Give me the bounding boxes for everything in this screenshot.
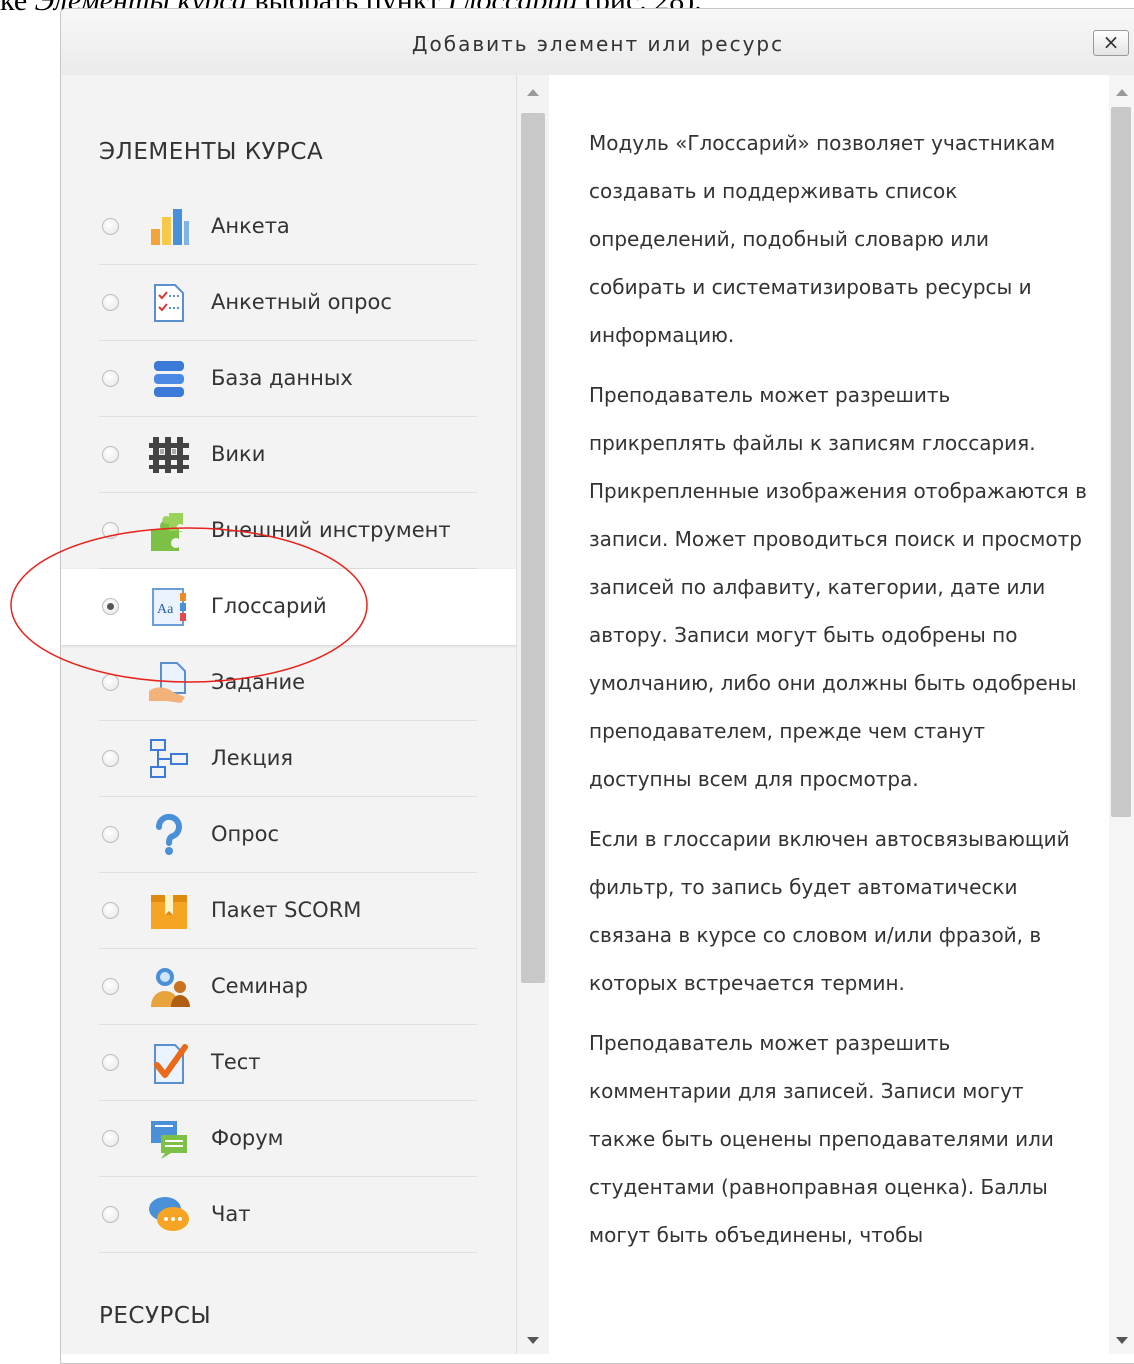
- assignment-icon: [147, 661, 191, 705]
- module-option[interactable]: Пакет SCORM: [61, 873, 516, 949]
- module-radio-button[interactable]: [102, 978, 119, 995]
- module-radio-button[interactable]: [102, 750, 119, 767]
- module-option-label: Внешний инструмент: [211, 518, 451, 542]
- module-option-label: Задание: [211, 670, 306, 694]
- module-radio-button[interactable]: [102, 370, 119, 387]
- chat-icon: [147, 1193, 191, 1237]
- module-radio-button[interactable]: [102, 674, 119, 691]
- module-radio-button[interactable]: [102, 294, 119, 311]
- module-radio-button[interactable]: [102, 218, 119, 235]
- section-heading-resources: РЕСУРСЫ: [99, 1303, 212, 1329]
- questionnaire-icon: [147, 281, 191, 325]
- scroll-up-arrow-icon[interactable]: [527, 89, 539, 96]
- module-radio-button[interactable]: [102, 446, 119, 463]
- module-option[interactable]: Aa Глоссарий: [61, 569, 516, 645]
- description-paragraph: Модуль «Глоссарий» позволяет участникам …: [589, 131, 1056, 347]
- module-option[interactable]: Лекция: [61, 721, 516, 797]
- survey-chart-icon: [147, 205, 191, 249]
- module-description: Модуль «Глоссарий» позволяет участникам …: [589, 119, 1089, 1271]
- module-option[interactable]: Семинар: [61, 949, 516, 1025]
- description-paragraph: Преподаватель может разрешить прикреплят…: [589, 383, 1087, 791]
- module-radio-button[interactable]: [102, 1130, 119, 1147]
- module-option-label: База данных: [211, 366, 353, 390]
- module-option-label: Чат: [211, 1202, 251, 1226]
- module-option[interactable]: Задание: [61, 645, 516, 721]
- module-option[interactable]: Опрос: [61, 797, 516, 873]
- scorm-package-icon: [147, 889, 191, 933]
- quiz-check-icon: [147, 1041, 191, 1085]
- glossary-icon: Aa: [147, 585, 191, 629]
- module-option-label: Опрос: [211, 822, 279, 846]
- module-radio-button[interactable]: [102, 598, 119, 615]
- database-icon: [147, 357, 191, 401]
- scroll-up-arrow-icon[interactable]: [1116, 89, 1128, 96]
- svg-text:Aa: Aa: [157, 602, 174, 617]
- forum-icon: [147, 1117, 191, 1161]
- question-mark-icon: [147, 813, 191, 857]
- module-option-label: Лекция: [211, 746, 293, 770]
- dialog-header: Добавить элемент или ресурс ×: [61, 9, 1134, 84]
- module-radio-button[interactable]: [102, 1054, 119, 1071]
- module-option[interactable]: Анкета: [61, 189, 516, 265]
- module-option-label: Вики: [211, 442, 266, 466]
- description-paragraph: Если в глоссарии включен автосвязывающий…: [589, 827, 1070, 995]
- puzzle-icon: [147, 509, 191, 553]
- module-option[interactable]: Внешний инструмент: [61, 493, 516, 569]
- description-paragraph: Преподаватель может разрешить комментари…: [589, 1031, 1054, 1247]
- module-radio-button[interactable]: [102, 522, 119, 539]
- module-option-label: Семинар: [211, 974, 309, 998]
- module-option-label: Анкета: [211, 214, 290, 238]
- dialog-title: Добавить элемент или ресурс: [411, 32, 785, 56]
- module-option-label: Анкетный опрос: [211, 290, 392, 314]
- section-heading-activities: ЭЛЕМЕНТЫ КУРСА: [99, 139, 324, 165]
- scroll-down-arrow-icon[interactable]: [1116, 1337, 1128, 1344]
- module-option-label: Пакет SCORM: [211, 898, 362, 922]
- description-scrollbar[interactable]: [1109, 75, 1134, 1354]
- module-option[interactable]: Тест: [61, 1025, 516, 1101]
- module-option[interactable]: Форум: [61, 1101, 516, 1177]
- module-radio-button[interactable]: [102, 902, 119, 919]
- row-divider: [99, 1252, 477, 1253]
- module-radio-button[interactable]: [102, 1206, 119, 1223]
- list-scrollbar[interactable]: [516, 75, 549, 1354]
- description-scrollbar-thumb[interactable]: [1111, 107, 1131, 817]
- wiki-icon: [147, 433, 191, 477]
- module-list-pane: ЭЛЕМЕНТЫ КУРСА Анкета Анкетный опрос База …: [61, 75, 516, 1354]
- close-button[interactable]: ×: [1093, 30, 1129, 56]
- module-option-label: Форум: [211, 1126, 284, 1150]
- lesson-icon: [147, 737, 191, 781]
- module-option[interactable]: Вики: [61, 417, 516, 493]
- description-pane: Модуль «Глоссарий» позволяет участникам …: [549, 75, 1109, 1354]
- module-option-label: Тест: [211, 1050, 261, 1074]
- module-option[interactable]: База данных: [61, 341, 516, 417]
- workshop-icon: [147, 965, 191, 1009]
- module-option[interactable]: Анкетный опрос: [61, 265, 516, 341]
- list-scrollbar-thumb[interactable]: [521, 113, 545, 983]
- module-option[interactable]: Чат: [61, 1177, 516, 1253]
- module-radio-button[interactable]: [102, 826, 119, 843]
- module-option-label: Глоссарий: [211, 594, 327, 618]
- scroll-down-arrow-icon[interactable]: [527, 1337, 539, 1344]
